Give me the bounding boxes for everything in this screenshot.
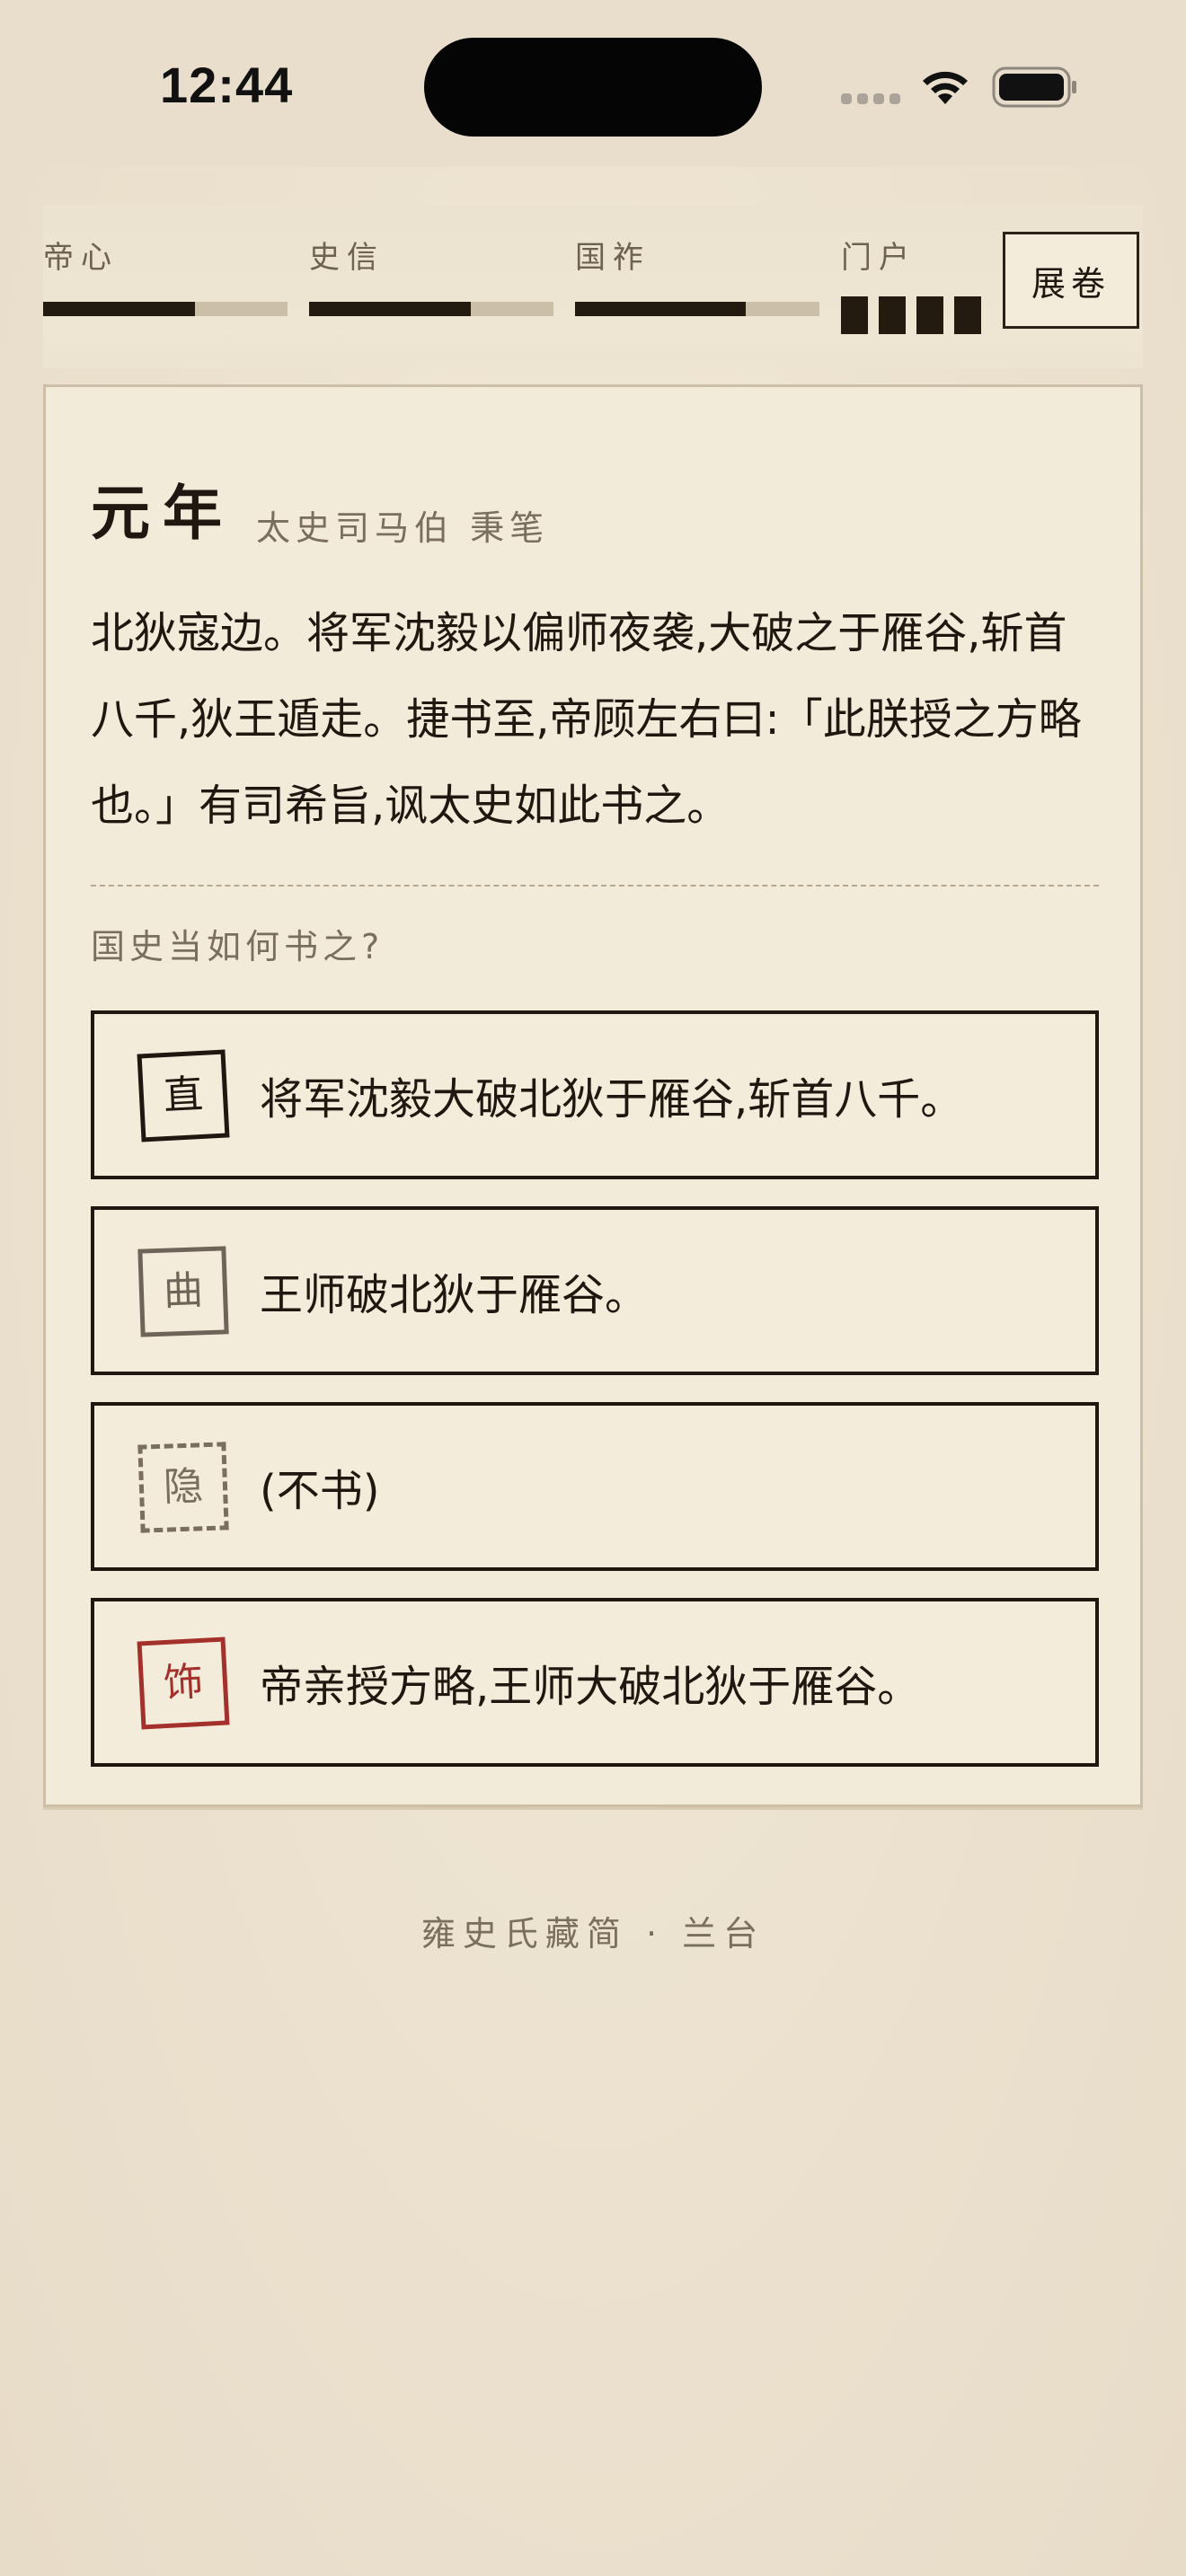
status-time: 12:44	[160, 57, 294, 113]
wifi-icon	[923, 71, 968, 104]
battery-icon	[992, 66, 1076, 108]
stat-bar	[43, 302, 288, 316]
family-block	[879, 296, 906, 334]
seal-embellish-icon: 饰	[137, 1636, 230, 1730]
stat-dynasty-fortune: 国祚	[575, 243, 819, 316]
stat-bar	[309, 302, 553, 316]
stat-label: 帝心	[43, 240, 119, 276]
choice-option-straight[interactable]: 直 将军沈毅大破北狄于雁谷,斩首八千。	[91, 1010, 1099, 1179]
seal-straight-icon: 直	[137, 1049, 230, 1142]
stat-bar-fill	[575, 302, 747, 316]
stats-header: 帝心 史信 国祚 门户 展卷	[43, 205, 1143, 368]
family-blocks	[841, 296, 981, 334]
footer-caption: 雍史氏藏简 · 兰台	[420, 1914, 766, 1954]
family-block	[954, 296, 981, 334]
choice-option-embellish[interactable]: 饰 帝亲授方略,王师大破北狄于雁谷。	[91, 1598, 1099, 1767]
event-text: 北狄寇边。将军沈毅以偏师夜袭,大破之于雁谷,斩首八千,狄王遁走。捷书至,帝顾左右…	[91, 608, 1082, 831]
seal-bent-icon: 曲	[137, 1246, 229, 1337]
dynamic-island	[424, 38, 762, 137]
stat-bar-fill	[43, 302, 195, 316]
stat-imperial-favor: 帝心	[43, 243, 288, 316]
stat-label: 国祚	[575, 240, 651, 276]
seal-hide-icon: 隐	[137, 1442, 229, 1533]
status-bar: 12:44	[0, 0, 1186, 167]
year-title: 元年	[91, 479, 235, 548]
stat-family: 门户	[841, 243, 981, 334]
question-prompt: 国史当如何书之?	[91, 927, 385, 966]
choice-text: 王师破北狄于雁谷。	[260, 1270, 649, 1320]
family-block	[916, 296, 943, 334]
stat-bar	[575, 302, 819, 316]
stat-bar-fill	[309, 302, 471, 316]
choice-option-hide[interactable]: 隐 (不书)	[91, 1402, 1099, 1571]
stat-historian-trust: 史信	[309, 243, 553, 316]
cellular-signal-icon	[841, 93, 900, 104]
author-line: 太史司马伯 秉笔	[256, 508, 550, 548]
expand-scroll-button[interactable]: 展卷	[1003, 232, 1139, 329]
stat-label: 史信	[309, 240, 385, 276]
stat-label: 门户	[841, 240, 916, 276]
family-block	[841, 296, 868, 334]
choice-text: (不书)	[260, 1466, 380, 1516]
choice-text: 帝亲授方略,王师大破北狄于雁谷。	[260, 1662, 921, 1712]
record-card: 元年 太史司马伯 秉笔 北狄寇边。将军沈毅以偏师夜袭,大破之于雁谷,斩首八千,狄…	[43, 384, 1143, 1807]
choice-text: 将军沈毅大破北狄于雁谷,斩首八千。	[260, 1074, 964, 1125]
dashed-divider	[91, 885, 1099, 887]
choice-option-bent[interactable]: 曲 王师破北狄于雁谷。	[91, 1206, 1099, 1375]
